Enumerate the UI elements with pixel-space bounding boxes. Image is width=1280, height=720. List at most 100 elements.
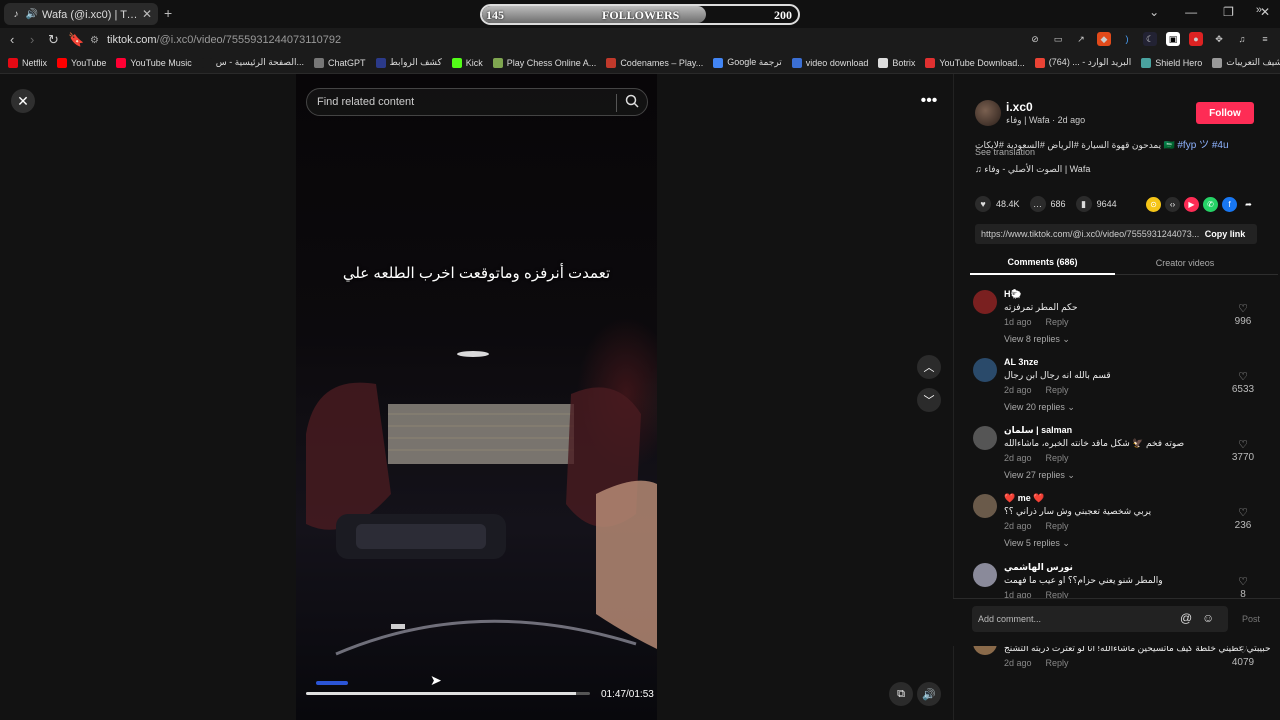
url-field[interactable]: ⚙ tiktok.com/@i.xc0/video/75559312440731… [90,30,1030,50]
commenter-name[interactable]: H🐑 [1004,289,1022,300]
reply-button[interactable]: Reply [1046,385,1069,395]
bookmark-item[interactable]: ChatGPT [314,57,366,68]
volume-button[interactable]: 🔊 [917,682,941,706]
commenter-avatar[interactable] [973,426,997,450]
browser-tab[interactable]: ♪ 🔊 Wafa (@i.xc0) | TikTok | وفاء ✕ [4,3,158,25]
bookmark-item[interactable]: كشف الروابط [375,57,442,68]
tab-creator-videos[interactable]: Creator videos [1115,251,1255,275]
share-link-url[interactable]: https://www.tiktok.com/@i.xc0/video/7555… [981,229,1199,239]
bookmark-item[interactable]: Codenames – Play... [606,57,703,68]
bookmark-item[interactable]: Botrix [878,57,915,68]
commenter-avatar[interactable] [973,290,997,314]
more-bookmarks-icon[interactable]: » [1256,4,1262,16]
share-arrow-icon[interactable]: ➦ [1241,197,1256,212]
float-player-button[interactable]: ⧉ [889,682,913,706]
close-tab-icon[interactable]: ✕ [142,7,152,21]
view-replies-button[interactable]: View 5 replies ⌄ [1004,538,1070,549]
hashtags[interactable]: #fyp ツ #4u [1177,140,1228,151]
tab-search-icon[interactable]: ⌄ [1149,5,1159,19]
reply-button[interactable]: Reply [1046,658,1069,668]
comment-like-button[interactable]: ♡ 8 [1228,575,1258,600]
bookmark-item[interactable]: Google ترجمة [713,57,782,68]
menu-icon[interactable]: ≡ [1258,32,1272,46]
bookmark-item[interactable]: البريد الوارد - ... (764) [1034,57,1131,68]
more-options-icon[interactable]: ••• [917,89,941,113]
translate-icon[interactable]: ⊘ [1028,32,1042,46]
coin-icon[interactable]: ⊙ [1146,197,1161,212]
comment-like-button[interactable]: ♡ 3770 [1228,438,1258,463]
video-progress-track[interactable] [306,692,590,695]
mention-icon[interactable]: @ [1180,611,1192,625]
commenter-name[interactable]: نورس الهاشمي [1004,562,1073,573]
commenter-avatar[interactable] [973,358,997,382]
bookmark-item[interactable]: أرشيف التعريبات [1212,57,1280,68]
bookmark-item[interactable]: الصفحة الرئيسية - س... [201,57,304,68]
search-icon[interactable] [625,94,639,111]
bookmark-item[interactable]: YouTube [57,57,106,68]
related-search-input[interactable]: Find related content [306,88,648,116]
comment-count: 686 [1050,199,1066,209]
whatsapp-icon[interactable]: ✆ [1203,197,1218,212]
next-video-button[interactable]: ﹀ [917,388,941,412]
reload-icon[interactable]: ↻ [48,32,59,48]
facebook-icon[interactable]: f [1222,197,1237,212]
like-button[interactable]: ♥ 48.4K [975,196,1020,212]
extension-red-icon[interactable]: ● [1189,32,1203,46]
post-comment-button[interactable]: Post [1242,614,1260,624]
bookmark-item[interactable]: Play Chess Online A... [492,57,596,68]
commenter-name[interactable]: ❤️ me ❤️ [1004,493,1044,504]
comment-input[interactable]: Add comment... @ ☺ [972,606,1228,632]
bookmark-item[interactable]: Kick [451,57,483,68]
send-icon[interactable]: ▶ [1184,197,1199,212]
install-app-icon[interactable]: ▭ [1051,32,1065,46]
extension-square-icon[interactable]: ▣ [1166,32,1180,46]
commenter-avatar[interactable] [973,494,997,518]
back-icon[interactable]: ‹ [10,32,14,47]
reply-button[interactable]: Reply [1046,453,1069,463]
forward-icon[interactable]: › [30,32,34,47]
tab-comments[interactable]: Comments (686) [970,251,1115,275]
brave-shield-icon[interactable]: ◆ [1097,32,1111,46]
reply-button[interactable]: Reply [1046,521,1069,531]
comment-like-button[interactable]: ♡ 4079 [1228,643,1258,668]
media-icon[interactable]: ♫ [1235,32,1249,46]
site-info-icon[interactable]: ⚙ [90,35,99,46]
previous-video-button[interactable]: ︿ [917,355,941,379]
copy-link-button[interactable]: Copy link [1193,224,1257,244]
see-translation-link[interactable]: See translation [975,147,1035,157]
comment-like-button[interactable]: ♡ 236 [1228,506,1258,531]
commenter-name[interactable]: سلمان | salman [1004,425,1072,436]
bookmark-item[interactable]: YouTube Download... [925,57,1025,68]
reply-button[interactable]: Reply [1046,317,1069,327]
extension-wave-icon[interactable]: ) [1120,32,1134,46]
view-replies-button[interactable]: View 20 replies ⌄ [1004,402,1075,413]
minimize-icon[interactable]: — [1185,5,1197,19]
bookmark-item[interactable]: YouTube Music [116,57,192,68]
bookmark-icon[interactable]: 🔖 [68,32,84,48]
speaker-icon[interactable]: 🔊 [26,8,38,20]
new-tab-icon[interactable]: + [164,5,172,21]
bookmark-item[interactable]: Netflix [8,57,47,68]
save-button[interactable]: ▮ 9644 [1075,196,1117,212]
author-username[interactable]: i.xc0 [1006,100,1033,114]
share-icon[interactable]: ↗ [1074,32,1088,46]
close-video-button[interactable]: ✕ [11,89,35,113]
video-player[interactable] [296,74,657,720]
commenter-name[interactable]: AL 3nze [1004,357,1038,367]
view-replies-button[interactable]: View 27 replies ⌄ [1004,470,1075,481]
extensions-puzzle-icon[interactable]: ✥ [1212,32,1226,46]
extension-moon-icon[interactable]: ☾ [1143,32,1157,46]
bookmark-item[interactable]: video download [791,57,868,68]
restore-icon[interactable]: ❐ [1223,5,1234,19]
view-replies-button[interactable]: View 8 replies ⌄ [1004,334,1070,345]
emoji-icon[interactable]: ☺ [1202,611,1214,625]
music-link[interactable]: ♫ الصوت الأصلي - وفاء | Wafa [975,164,1090,175]
comment-like-button[interactable]: ♡ 996 [1228,302,1258,327]
comment-button[interactable]: … 686 [1029,196,1066,212]
bookmark-item[interactable]: Shield Hero [1141,57,1202,68]
follow-button[interactable]: Follow [1196,102,1254,124]
embed-icon[interactable]: ‹› [1165,197,1180,212]
commenter-avatar[interactable] [973,563,997,587]
comment-like-button[interactable]: ♡ 6533 [1228,370,1258,395]
author-avatar[interactable] [975,100,1001,126]
